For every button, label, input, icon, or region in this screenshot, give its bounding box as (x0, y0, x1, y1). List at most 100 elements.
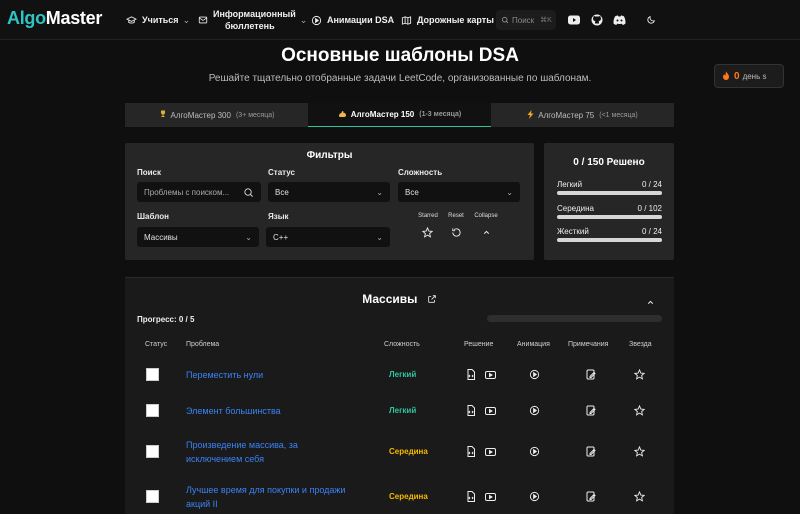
video-icon[interactable] (485, 405, 496, 416)
play-circle-icon[interactable] (529, 446, 540, 457)
chevron-down-icon: ⌄ (245, 232, 252, 242)
star-icon[interactable] (634, 446, 645, 457)
difficulty-badge: Легкий (389, 370, 417, 379)
status-checkbox[interactable] (146, 490, 159, 503)
section-progress-bar (487, 315, 662, 322)
star-icon[interactable] (634, 491, 645, 502)
filters-panel: Фильтры Поиск Статус Все ⌄ Сложность Все… (125, 143, 534, 260)
difficulty-badge: Середина (389, 447, 428, 456)
language-select[interactable]: C++ ⌄ (266, 227, 390, 247)
tab-label: АлгоМастер 75 (538, 110, 595, 120)
play-circle-icon[interactable] (529, 491, 540, 502)
problem-link[interactable]: Произведение массива, за исключением себя (186, 438, 376, 466)
tab-sub: (1-3 месяца) (419, 111, 462, 118)
play-circle-icon[interactable] (529, 405, 540, 416)
chevron-down-icon: ⌄ (376, 232, 383, 242)
search-shortcut: ⌘K (540, 17, 552, 24)
solution-file-icon[interactable] (465, 369, 476, 380)
mail-icon (198, 15, 208, 25)
notes-icon[interactable] (585, 405, 596, 416)
star-filter-button[interactable] (420, 225, 434, 239)
section-progress-label: Прогресс: 0 / 5 (137, 315, 195, 324)
tab-algomaster-300[interactable]: АлгоМастер 300 (3+ месяца) (125, 103, 308, 127)
tab-algomaster-75[interactable]: АлгоМастер 75 (<1 месяца) (491, 103, 674, 127)
nav-roadmaps[interactable]: Дорожные карты (401, 0, 494, 40)
status-checkbox[interactable] (146, 368, 159, 381)
external-link-icon[interactable] (427, 293, 437, 307)
moon-icon[interactable] (644, 13, 658, 27)
chevron-up-icon (483, 230, 489, 234)
section-header[interactable]: Массивы (125, 292, 674, 307)
chevron-down-icon: ⌄ (376, 187, 383, 197)
pattern-filter-label: Шаблон (137, 212, 169, 221)
solved-bar-medium (557, 215, 662, 219)
chevron-down-icon: ⌄ (506, 187, 513, 197)
reset-icon (451, 227, 461, 237)
video-icon[interactable] (485, 491, 496, 502)
nav-roadmaps-label: Дорожные карты (417, 15, 494, 25)
solved-summary-panel: 0 / 150 Решено Легкий 0 / 24 Середина 0 … (544, 143, 674, 260)
page-title: Основные шаблоны DSA (281, 45, 519, 66)
search-box[interactable]: Поиск ⌘K (496, 10, 556, 30)
collapse-label: Collapse (474, 213, 498, 219)
streak-count: 0 (734, 70, 740, 82)
collapse-all-button[interactable] (479, 225, 493, 239)
nav-animations[interactable]: Анимации DSA (311, 0, 394, 40)
discord-icon[interactable] (612, 13, 626, 27)
streak-badge[interactable]: 0 день s (714, 64, 784, 88)
problem-search-field[interactable] (137, 182, 261, 202)
status-filter-label: Статус (268, 168, 295, 177)
nav-newsletter[interactable]: Информационный бюллетень ⌄ (198, 0, 307, 40)
video-icon[interactable] (485, 369, 496, 380)
problem-link[interactable]: Переместить нули (186, 368, 376, 382)
solved-row-easy: Легкий 0 / 24 (557, 180, 662, 189)
language-filter-label: Язык (268, 212, 289, 221)
notes-icon[interactable] (585, 369, 596, 380)
section-title: Массивы (362, 292, 418, 306)
notes-icon[interactable] (585, 446, 596, 457)
pattern-select[interactable]: Массивы ⌄ (137, 227, 259, 247)
streak-unit: день s (742, 71, 767, 81)
play-circle-icon[interactable] (529, 369, 540, 380)
status-select-value: Все (275, 187, 289, 197)
lightning-icon (527, 109, 534, 121)
difficulty-select[interactable]: Все ⌄ (398, 182, 520, 202)
logo-part-1: Algo (7, 8, 46, 28)
flex-arm-icon (338, 110, 347, 120)
status-select[interactable]: Все ⌄ (268, 182, 390, 202)
problem-search-input[interactable] (144, 187, 234, 197)
youtube-icon[interactable] (567, 13, 581, 27)
star-icon[interactable] (634, 369, 645, 380)
notes-icon[interactable] (585, 491, 596, 502)
solution-file-icon[interactable] (465, 446, 476, 457)
reset-button[interactable] (449, 225, 463, 239)
github-icon[interactable] (590, 13, 604, 27)
solved-bar-easy (557, 191, 662, 195)
tab-sub: (<1 месяца) (599, 111, 638, 119)
solution-file-icon[interactable] (465, 405, 476, 416)
tab-algomaster-150[interactable]: АлгоМастер 150 (1-3 месяца) (308, 103, 491, 127)
star-icon (421, 226, 433, 238)
page-subtitle: Решайте тщательно отобранные задачи Leet… (208, 73, 592, 84)
section-collapse-button[interactable] (646, 294, 655, 312)
trophy-icon (159, 110, 167, 120)
filters-title: Фильтры (306, 150, 353, 161)
graduation-cap-icon (126, 15, 137, 26)
nav-learn[interactable]: Учиться ⌄ (126, 0, 190, 40)
reset-label: Reset (448, 213, 464, 219)
difficulty-filter-label: Сложность (398, 168, 443, 177)
nav-newsletter-label: Информационный бюллетень (213, 8, 296, 32)
status-checkbox[interactable] (146, 445, 159, 458)
status-checkbox[interactable] (146, 404, 159, 417)
star-icon[interactable] (634, 405, 645, 416)
problem-link[interactable]: Лучшее время для покупки и продажи акций … (186, 483, 376, 511)
solution-file-icon[interactable] (465, 491, 476, 502)
difficulty-badge: Середина (389, 492, 428, 501)
solved-bar-hard (557, 238, 662, 242)
column-difficulty: Сложность (384, 341, 420, 348)
problem-link[interactable]: Элемент большинства (186, 404, 376, 418)
solved-row-label: Середина (557, 204, 594, 213)
logo[interactable]: AlgoMaster (7, 8, 102, 29)
solved-row-count: 0 / 24 (641, 227, 662, 236)
video-icon[interactable] (485, 446, 496, 457)
